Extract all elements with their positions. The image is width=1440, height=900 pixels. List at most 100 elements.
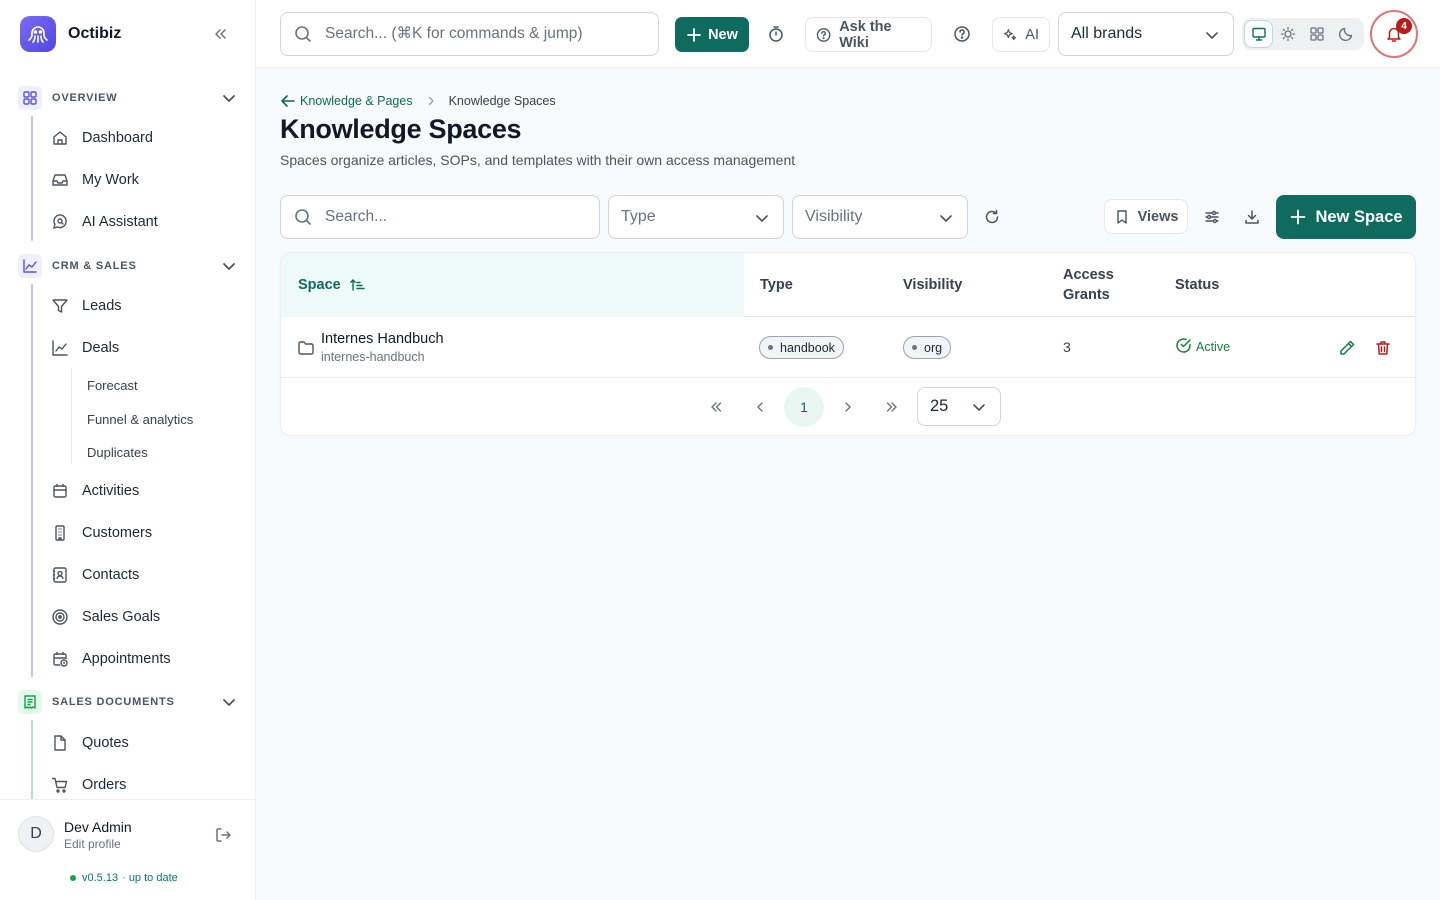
help-icon[interactable] [950,22,974,46]
dot-icon [912,345,917,350]
chevron-down-icon [220,257,238,275]
visibility-filter-select[interactable]: Visibility [792,195,968,239]
column-header-type[interactable]: Type [760,253,793,317]
sidebar-item-sales-goals[interactable]: Sales Goals [50,601,240,633]
edit-profile-link[interactable]: Edit profile [64,837,121,851]
version-number: v0.5.13 [82,872,119,884]
brand-select-value: All brands [1071,25,1143,42]
status-badge: Active [1175,337,1230,354]
breadcrumb-parent: Knowledge & Pages [300,94,413,108]
home-icon [50,128,70,148]
column-header-space[interactable]: Space [281,253,744,317]
space-name[interactable]: Internes Handbuch [321,331,444,347]
table-row[interactable]: Internes Handbuch internes-handbuch hand… [281,317,1415,378]
section-rail [31,720,33,799]
inbox-icon [50,170,70,190]
type-filter-select[interactable]: Type [608,195,784,239]
cart-icon [50,775,70,795]
logout-icon[interactable] [214,826,232,844]
search-icon [295,26,311,42]
chat-search-icon [50,212,70,232]
sidebar-item-my-work[interactable]: My Work [50,164,240,196]
sidebar-item-label: Activities [82,483,140,499]
version-status-text: · up to date [122,872,178,884]
avatar[interactable]: D [18,816,54,852]
page-subtitle: Spaces organize articles, SOPs, and temp… [280,152,796,168]
refresh-icon[interactable] [983,208,1001,226]
column-header-label: Access [1063,267,1114,283]
per-page-select[interactable]: 25 [917,387,1001,426]
notification-count-badge: 4 [1396,18,1412,34]
column-header-status[interactable]: Status [1175,253,1219,317]
sidebar-item-ai-assistant[interactable]: AI Assistant [50,206,240,238]
collapse-sidebar-icon[interactable] [212,26,228,42]
next-page-icon[interactable] [828,387,868,427]
sliders-icon[interactable] [1203,208,1221,226]
column-header-access-grants[interactable]: Access Grants [1063,253,1114,317]
sidebar-subitem-duplicates[interactable]: Duplicates [87,440,148,464]
timer-icon[interactable] [764,22,788,46]
section-label: CRM & SALES [52,260,137,272]
funnel-icon [50,296,70,316]
section-rail [31,116,33,241]
type-badge: handbook [759,336,844,359]
section-crm-sales[interactable]: CRM & SALES [18,252,240,280]
monitor-icon[interactable] [1245,21,1272,47]
column-header-visibility[interactable]: Visibility [903,253,962,317]
ai-button[interactable]: AI [992,17,1050,52]
first-page-icon[interactable] [696,387,736,427]
previous-page-icon[interactable] [740,387,780,427]
sidebar-subitem-forecast[interactable]: Forecast [87,373,138,397]
status-label: Active [1196,339,1231,354]
pagination: 1 25 [281,378,1415,435]
download-icon[interactable] [1243,208,1261,226]
sidebar-item-appointments[interactable]: Appointments [50,643,240,675]
layout-grid-icon[interactable] [1303,21,1330,47]
sidebar-item-leads[interactable]: Leads [50,290,240,322]
moon-icon[interactable] [1332,21,1359,47]
section-sales-documents[interactable]: SALES DOCUMENTS [18,688,240,716]
sidebar-item-orders[interactable]: Orders [50,769,240,799]
sidebar-item-deals[interactable]: Deals [50,332,240,364]
sidebar-subitem-funnel-analytics[interactable]: Funnel & analytics [87,407,193,431]
breadcrumb-back-link[interactable]: Knowledge & Pages [280,93,413,109]
global-search-input[interactable] [325,25,645,43]
visibility-badge-label: org [924,340,943,355]
edit-icon[interactable] [1338,339,1356,357]
views-button[interactable]: Views [1104,199,1188,234]
page-button-current[interactable]: 1 [784,387,824,427]
spaces-search-input[interactable] [325,208,585,226]
spaces-search[interactable] [280,195,600,239]
column-header-label: Space [298,277,341,293]
app-logo-row[interactable]: Octibiz [20,16,240,52]
brand-select[interactable]: All brands [1058,12,1234,56]
sparkles-icon [1003,28,1017,40]
global-search[interactable] [280,12,659,56]
target-icon [50,607,70,627]
sort-ascending-icon [349,279,365,291]
sidebar-item-customers[interactable]: Customers [50,517,240,549]
sidebar-item-dashboard[interactable]: Dashboard [50,122,240,154]
search-icon [295,209,311,225]
arrow-left-icon [281,95,295,107]
type-filter-placeholder: Type [621,208,656,225]
sidebar-item-quotes[interactable]: Quotes [50,727,240,759]
new-space-button[interactable]: New Space [1276,195,1416,239]
per-page-value: 25 [930,397,949,415]
section-overview[interactable]: OVERVIEW [18,84,240,112]
ask-wiki-button[interactable]: Ask the Wiki [805,17,932,52]
sun-icon[interactable] [1274,21,1301,47]
access-grants-count: 3 [1063,339,1071,355]
trash-icon[interactable] [1374,339,1392,357]
building-icon [50,523,70,543]
notifications-button[interactable]: 4 [1370,10,1418,58]
new-button[interactable]: New [675,17,749,52]
user-name: Dev Admin [64,819,132,835]
visibility-filter-placeholder: Visibility [805,208,863,225]
sidebar-item-activities[interactable]: Activities [50,475,240,507]
ai-button-label: AI [1025,26,1039,43]
status-dot-icon [70,875,76,881]
column-header-label: Grants [1063,287,1110,303]
sidebar-item-contacts[interactable]: Contacts [50,559,240,591]
last-page-icon[interactable] [872,387,912,427]
